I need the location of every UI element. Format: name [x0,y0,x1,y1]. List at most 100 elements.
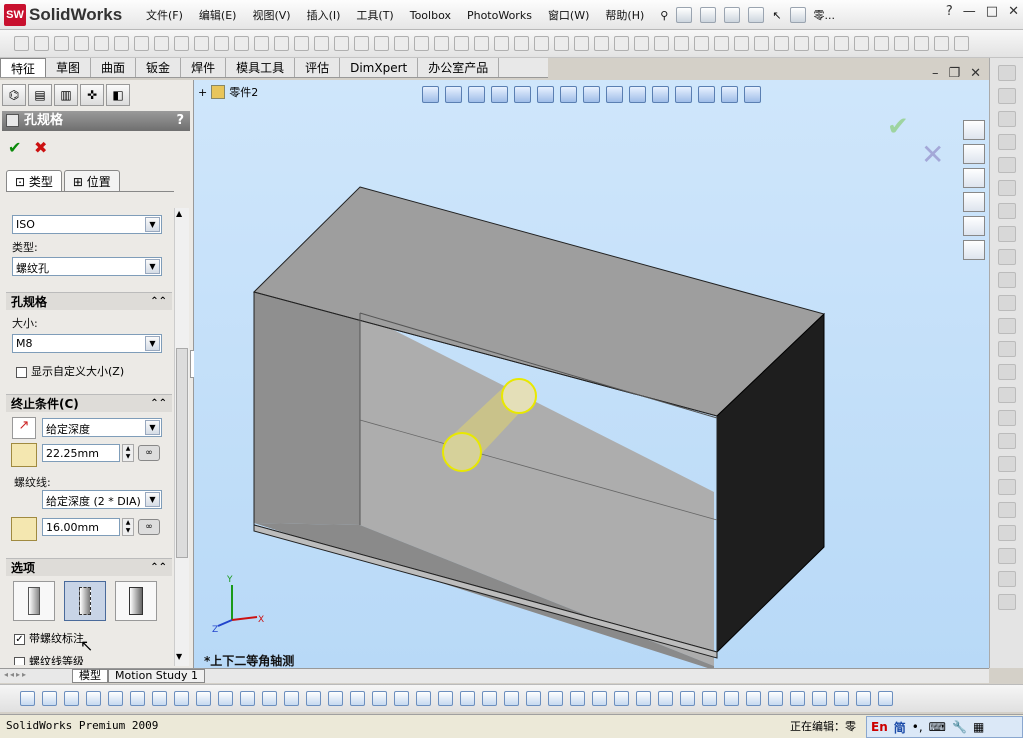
right-tool-15-icon[interactable] [997,387,1016,403]
options-section-header[interactable]: 选项 ⌃⌃ [6,558,172,576]
toolbar-tool-40-icon[interactable] [794,36,809,51]
open-icon[interactable] [700,7,717,23]
pin-icon[interactable]: ⚲ [652,9,676,22]
bottom-tool-35-icon[interactable] [768,691,783,706]
thread-class-checkbox[interactable]: 螺纹线等级 [14,653,84,665]
solidworks-logo[interactable]: SW SolidWorks [4,3,124,27]
toolbar-tool-48-icon[interactable] [954,36,969,51]
ime-keyboard-icon[interactable]: ⌨ [929,720,946,734]
hole-far-edge[interactable] [501,378,537,414]
standard-select[interactable]: ISO ▼ [12,215,162,234]
custom-properties-icon[interactable] [963,240,985,260]
bottom-tool-1-icon[interactable] [20,691,35,706]
restore-icon[interactable]: □ [986,4,998,19]
toolbar-tool-19-icon[interactable] [374,36,389,51]
toolbar-tool-16-icon[interactable] [314,36,329,51]
toolbar-tool-36-icon[interactable] [714,36,729,51]
type-select[interactable]: 螺纹孔 ▼ [12,257,162,276]
toolbar-tool-32-icon[interactable] [634,36,649,51]
bottom-tool-8-icon[interactable] [174,691,189,706]
end-condition-section-header[interactable]: 终止条件(C) ⌃⌃ [6,394,172,412]
toolbar-tool-29-icon[interactable] [574,36,589,51]
toolbar-tool-42-icon[interactable] [834,36,849,51]
depth-spinner[interactable]: ▲ ▼ [122,444,134,462]
toolbar-tool-47-icon[interactable] [934,36,949,51]
toolbar-tool-17-icon[interactable] [334,36,349,51]
bottom-tool-40-icon[interactable] [878,691,893,706]
bottom-tool-28-icon[interactable] [614,691,629,706]
bottom-tool-29-icon[interactable] [636,691,651,706]
toolbar-tool-6-icon[interactable] [114,36,129,51]
right-tool-9-icon[interactable] [997,249,1016,265]
right-tool-11-icon[interactable] [997,295,1016,311]
toolbar-tool-30-icon[interactable] [594,36,609,51]
ok-check-icon[interactable]: ✔ [8,138,21,157]
bottom-tool-18-icon[interactable] [394,691,409,706]
scroll-up-icon[interactable]: ▲ [176,209,182,218]
bottom-tool-10-icon[interactable] [218,691,233,706]
toolbar-tool-21-icon[interactable] [414,36,429,51]
design-library-icon[interactable] [963,144,985,164]
toolbar-tool-8-icon[interactable] [154,36,169,51]
toolbar-tool-11-icon[interactable] [214,36,229,51]
right-tool-16-icon[interactable] [997,410,1016,426]
toolbar-tool-43-icon[interactable] [854,36,869,51]
tab-motion-study[interactable]: Motion Study 1 [108,669,206,683]
tab-features[interactable]: 特征 [0,58,47,77]
right-tool-7-icon[interactable] [997,203,1016,219]
hole-spec-section-header[interactable]: 孔规格 ⌃⌃ [6,292,172,310]
right-tool-4-icon[interactable] [997,134,1016,150]
solidworks-resources-icon[interactable] [963,120,985,140]
scroll-thumb[interactable] [176,348,188,558]
tab-type[interactable]: ⊡ 类型 [6,170,62,192]
tab-scroll-arrows[interactable]: ◂◂▸▸ [0,670,60,683]
bottom-tool-12-icon[interactable] [262,691,277,706]
toolbar-tool-38-icon[interactable] [754,36,769,51]
toolbar-tool-44-icon[interactable] [874,36,889,51]
help-icon[interactable]: ? [946,4,953,19]
property-manager-tab[interactable]: ▤ [28,84,52,106]
menu-file[interactable]: 文件(F) [138,7,191,23]
toolbar-tool-35-icon[interactable] [694,36,709,51]
toolbar-tool-14-icon[interactable] [274,36,289,51]
thread-option-button[interactable] [115,581,157,621]
right-tool-18-icon[interactable] [997,456,1016,472]
bottom-tool-39-icon[interactable] [856,691,871,706]
doc-minimize-icon[interactable]: – [932,66,939,81]
bottom-tool-24-icon[interactable] [526,691,541,706]
tab-surfaces[interactable]: 曲面 [91,58,137,77]
cosmetic-thread-checkbox[interactable]: ✓ 带螺纹标注 [14,630,84,646]
right-tool-8-icon[interactable] [997,226,1016,242]
bottom-tool-15-icon[interactable] [328,691,343,706]
toolbar-tool-34-icon[interactable] [674,36,689,51]
hole-near-edge[interactable] [442,432,482,472]
bottom-tool-19-icon[interactable] [416,691,431,706]
toolbar-tool-37-icon[interactable] [734,36,749,51]
configuration-manager-tab[interactable]: ▥ [54,84,78,106]
toolbar-tool-46-icon[interactable] [914,36,929,51]
bottom-tool-34-icon[interactable] [746,691,761,706]
toolbar-tool-15-icon[interactable] [294,36,309,51]
right-tool-19-icon[interactable] [997,479,1016,495]
bottom-tool-17-icon[interactable] [372,691,387,706]
tab-sheet-metal[interactable]: 钣金 [136,58,182,77]
bottom-tool-31-icon[interactable] [680,691,695,706]
bottom-tool-13-icon[interactable] [284,691,299,706]
right-tool-14-icon[interactable] [997,364,1016,380]
menu-view[interactable]: 视图(V) [244,7,298,23]
bottom-tool-9-icon[interactable] [196,691,211,706]
feature-manager-tab[interactable]: ⌬ [2,84,26,106]
right-tool-12-icon[interactable] [997,318,1016,334]
toolbar-tool-27-icon[interactable] [534,36,549,51]
bottom-tool-20-icon[interactable] [438,691,453,706]
bottom-tool-2-icon[interactable] [42,691,57,706]
right-tool-17-icon[interactable] [997,433,1016,449]
pm-help-button[interactable]: ? [176,111,184,131]
right-tool-13-icon[interactable] [997,341,1016,357]
toolbar-tool-23-icon[interactable] [454,36,469,51]
tab-weldments[interactable]: 焊件 [181,58,227,77]
toolbar-tool-20-icon[interactable] [394,36,409,51]
right-tool-1-icon[interactable] [997,65,1016,81]
bottom-tool-6-icon[interactable] [130,691,145,706]
tap-drill-option-button[interactable] [13,581,55,621]
